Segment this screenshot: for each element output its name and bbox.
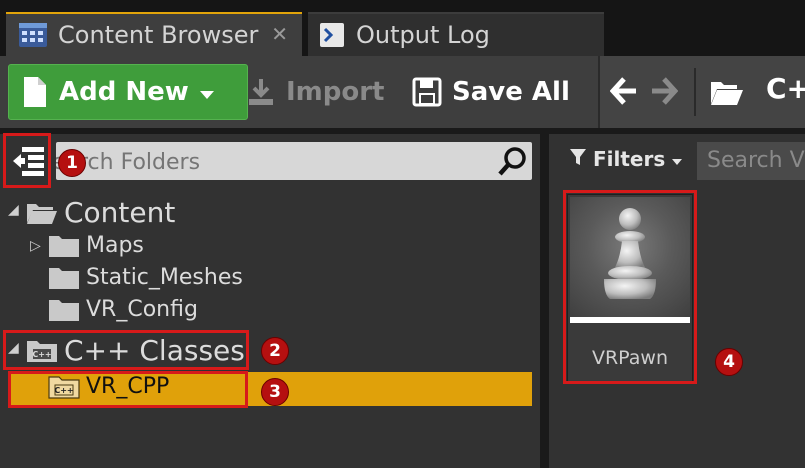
annotation-badge: 2 (261, 337, 289, 365)
highlight-box-vr-cpp (8, 371, 248, 408)
content-browser-icon (18, 22, 48, 48)
tab-bar: Content Browser ✕ Output Log (0, 0, 805, 56)
navigation-bar: C++ (598, 56, 805, 128)
save-all-label: Save All (452, 77, 570, 107)
tab-label: Output Log (356, 21, 490, 49)
import-label: Import (286, 77, 385, 107)
add-new-label: Add New (59, 77, 189, 107)
highlight-box-sources-toggle (3, 133, 51, 188)
search-folders-box[interactable] (56, 142, 532, 180)
folder-panel: ◢ Content ▷ Maps Static_Meshes VR_Config… (0, 134, 540, 468)
tree-item-label: VR_Config (86, 297, 198, 322)
annotation-badge: 4 (715, 348, 743, 376)
tab-output-log[interactable]: Output Log (308, 12, 604, 56)
folder-icon (49, 267, 79, 289)
collapsed-arrow-icon[interactable]: ▷ (30, 238, 41, 254)
back-arrow-icon[interactable] (609, 76, 638, 110)
search-assets-input[interactable]: Search VR_CPP (697, 142, 805, 180)
filters-label: Filters (593, 147, 666, 171)
folder-icon (49, 299, 79, 321)
forward-arrow-icon[interactable] (650, 76, 679, 110)
annotation-badge: 1 (58, 149, 86, 177)
highlight-box-asset (563, 190, 697, 384)
filters-button[interactable]: Filters (569, 144, 683, 174)
folder-icon (49, 235, 79, 257)
tab-label: Content Browser (58, 21, 259, 49)
save-icon (412, 77, 442, 107)
highlight-box-cpp-classes (3, 330, 249, 370)
separator (694, 68, 696, 116)
tree-item-content[interactable]: Content (26, 196, 175, 229)
close-icon[interactable]: ✕ (271, 22, 288, 46)
tree-item-static-meshes[interactable]: Static_Meshes (48, 265, 243, 290)
import-button[interactable]: Import (246, 64, 386, 120)
dropdown-arrow-icon (199, 77, 215, 107)
path-crumb[interactable]: C++ (766, 72, 805, 105)
open-folder-icon (27, 203, 57, 224)
add-new-button[interactable]: Add New (8, 64, 248, 120)
search-folders-input[interactable] (56, 142, 478, 180)
open-folder-icon (710, 78, 744, 110)
tree-item-vr-config[interactable]: VR_Config (48, 297, 198, 322)
dropdown-arrow-icon (671, 147, 683, 171)
tab-content-browser[interactable]: Content Browser ✕ (6, 12, 302, 56)
tree-item-maps[interactable]: Maps (48, 233, 144, 258)
tree-item-label: Maps (86, 233, 144, 258)
save-all-button[interactable]: Save All (412, 64, 582, 120)
tree-item-label: Content (64, 196, 176, 229)
expanded-arrow-icon[interactable]: ◢ (8, 202, 19, 218)
filter-icon (569, 147, 587, 171)
search-icon[interactable] (498, 146, 528, 180)
annotation-badge: 3 (261, 378, 289, 406)
import-icon (246, 77, 276, 107)
tree-item-label: Static_Meshes (86, 265, 243, 290)
output-log-icon (318, 21, 346, 49)
new-file-icon (23, 76, 47, 108)
toolbar: Add New Import Save All C+ (0, 56, 805, 128)
